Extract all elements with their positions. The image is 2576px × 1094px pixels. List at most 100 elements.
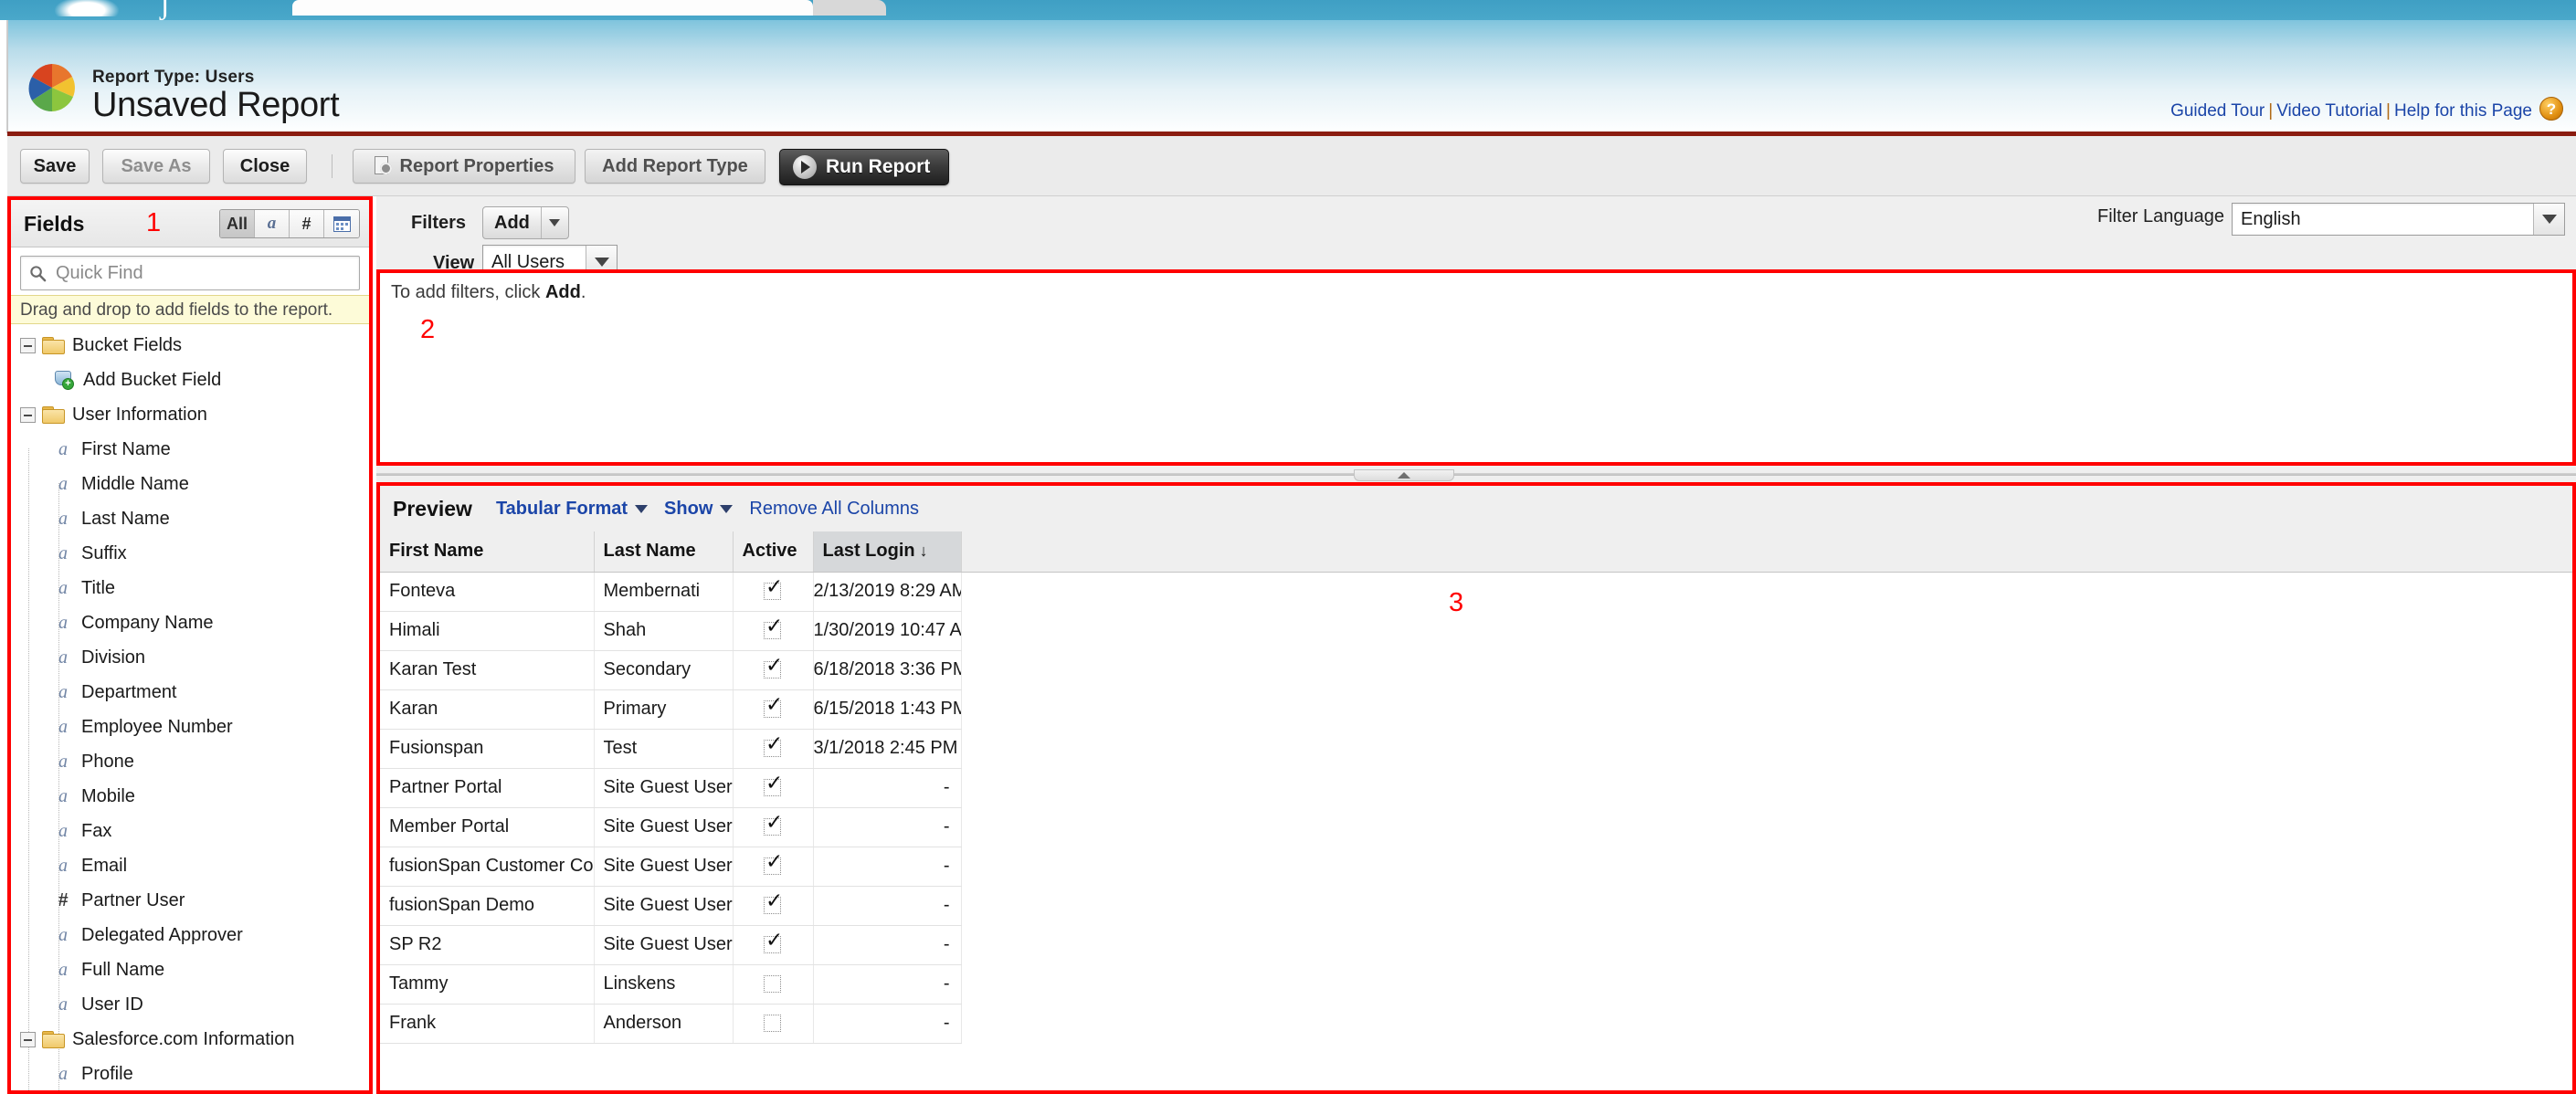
cell-last-name: Membernati — [594, 572, 734, 612]
chrome-decoration-letter: ʃ — [160, 0, 171, 21]
filter-language-select[interactable]: English — [2232, 203, 2565, 236]
splitter-collapse-handle[interactable] — [1354, 469, 1454, 481]
help-for-this-page-link[interactable]: Help for this Page — [2394, 101, 2532, 121]
browser-tab[interactable] — [292, 0, 813, 16]
quick-find-input[interactable] — [54, 257, 355, 289]
table-row[interactable]: Partner PortalSite Guest User - — [380, 768, 2572, 808]
field-tree-label: Middle Name — [81, 473, 189, 494]
add-filter-button[interactable]: Add — [482, 206, 569, 239]
table-column-header[interactable]: Last Name — [594, 531, 734, 573]
table-row[interactable]: Karan TestSecondary 6/18/2018 3:36 PM — [380, 650, 2572, 690]
field-tree-folder[interactable]: Salesforce.com Information — [11, 1022, 369, 1057]
close-button[interactable]: Close — [223, 149, 307, 184]
text-field-icon: a — [58, 820, 68, 841]
cell-active — [733, 1004, 814, 1044]
field-tree-item[interactable]: a Delegated Approver — [11, 918, 369, 952]
report-properties-button[interactable]: Report Properties — [353, 149, 575, 184]
chevron-down-icon[interactable] — [540, 207, 568, 238]
browser-tab-adjacent[interactable] — [813, 0, 886, 16]
panel-splitter[interactable] — [376, 469, 2576, 482]
cell-empty — [961, 650, 2572, 689]
filter-all-button[interactable]: All — [220, 210, 255, 237]
cell-last-login: 6/18/2018 3:36 PM — [813, 650, 962, 690]
table-row[interactable]: Member PortalSite Guest User - — [380, 807, 2572, 847]
calendar-icon — [333, 216, 351, 232]
link-separator: | — [2268, 101, 2274, 121]
field-tree-label: Add Bucket Field — [83, 369, 222, 390]
field-tree-folder[interactable]: User Information — [11, 397, 369, 432]
field-tree-item[interactable]: a Title — [11, 571, 369, 605]
table-column-header-label: Last Login — [822, 541, 915, 562]
table-row[interactable]: fusionSpan Customer CommunitySite Guest … — [380, 847, 2572, 887]
table-column-header[interactable]: Last Login ↓ — [813, 531, 962, 573]
save-as-button[interactable]: Save As — [102, 149, 210, 184]
help-question-icon[interactable]: ? — [2539, 97, 2563, 121]
field-tree-item[interactable]: a User ID — [11, 987, 369, 1022]
cell-first-name: fusionSpan Demo — [380, 886, 595, 926]
table-column-header[interactable]: Active — [733, 531, 814, 573]
fields-panel: Fields 1 All a # Drag and drop to add fi… — [7, 196, 373, 1094]
field-tree-item[interactable]: a Fax — [11, 814, 369, 848]
field-tree-item[interactable]: + Add Bucket Field — [11, 363, 369, 397]
table-row[interactable]: KaranPrimary 6/15/2018 1:43 PM — [380, 689, 2572, 730]
add-report-type-button[interactable]: Add Report Type — [585, 149, 765, 184]
field-tree-label: Bucket Fields — [72, 334, 183, 355]
remove-all-columns-link[interactable]: Remove All Columns — [749, 499, 919, 520]
field-tree-item[interactable]: a Department — [11, 675, 369, 710]
tree-collapse-toggle[interactable] — [20, 1031, 36, 1047]
save-button[interactable]: Save — [20, 149, 90, 184]
show-dropdown[interactable]: Show — [664, 499, 713, 520]
video-tutorial-link[interactable]: Video Tutorial — [2276, 101, 2382, 121]
filter-number-button[interactable]: # — [290, 210, 324, 237]
field-tree-item[interactable]: a Email — [11, 848, 369, 883]
field-tree-item[interactable]: a Middle Name — [11, 467, 369, 501]
field-tree-item[interactable]: a Suffix — [11, 536, 369, 571]
tabular-format-dropdown[interactable]: Tabular Format — [496, 499, 628, 520]
filter-date-button[interactable] — [324, 210, 359, 237]
table-row[interactable]: Tammy Linskens - — [380, 964, 2572, 1005]
cell-empty — [961, 886, 2572, 925]
field-tree-item[interactable]: a Last Name — [11, 501, 369, 536]
tree-guide-line — [28, 448, 29, 1090]
chrome-decoration — [55, 0, 119, 16]
filter-drop-zone[interactable]: To add filters, click Add. 2 — [376, 269, 2576, 466]
chevron-down-icon[interactable] — [635, 504, 649, 513]
field-tree-item[interactable]: a Employee Number — [11, 710, 369, 744]
cell-active — [733, 847, 814, 887]
field-tree-item[interactable]: a Profile — [11, 1057, 369, 1090]
cell-active — [733, 925, 814, 965]
cell-last-name: Primary — [594, 689, 734, 730]
folder-icon — [42, 406, 65, 424]
run-report-button[interactable]: Run Report — [779, 149, 950, 185]
table-row[interactable]: FontevaMembernati 2/13/2019 8:29 AM — [380, 572, 2572, 612]
guided-tour-link[interactable]: Guided Tour — [2170, 101, 2265, 121]
filter-text-button[interactable]: a — [255, 210, 290, 237]
field-tree-item[interactable]: a First Name — [11, 432, 369, 467]
field-tree-folder[interactable]: Bucket Fields — [11, 328, 369, 363]
table-row[interactable]: FusionspanTest 3/1/2018 2:45 PM — [380, 729, 2572, 769]
table-column-header[interactable]: First Name — [380, 531, 595, 573]
cell-empty — [961, 611, 2572, 650]
field-tree-item[interactable]: # Partner User — [11, 883, 369, 918]
fields-panel-title: Fields — [24, 212, 85, 236]
field-tree-item[interactable]: a Full Name — [11, 952, 369, 987]
sort-descending-icon: ↓ — [919, 542, 928, 561]
table-row[interactable]: SP R2Site Guest User - — [380, 925, 2572, 965]
tree-collapse-toggle[interactable] — [20, 337, 36, 353]
chevron-down-icon[interactable] — [720, 504, 734, 513]
table-row[interactable]: fusionSpan DemoSite Guest User - — [380, 886, 2572, 926]
table-row[interactable]: Frank Anderson - — [380, 1004, 2572, 1044]
field-tree-item[interactable]: a Mobile — [11, 779, 369, 814]
field-tree: Bucket Fields + Add Bucket Field User Infor… — [11, 324, 369, 1090]
field-tree-item[interactable]: a Company Name — [11, 605, 369, 640]
cell-last-login: - — [813, 964, 962, 1005]
field-tree-item[interactable]: a Phone — [11, 744, 369, 779]
text-field-icon: a — [58, 542, 68, 563]
cell-empty — [961, 847, 2572, 886]
table-row[interactable]: HimaliShah 1/30/2019 10:47 AM — [380, 611, 2572, 651]
add-bucket-icon: + — [53, 370, 75, 390]
field-tree-label: First Name — [81, 438, 171, 459]
tree-collapse-toggle[interactable] — [20, 406, 36, 423]
field-tree-item[interactable]: a Division — [11, 640, 369, 675]
text-field-icon: a — [58, 612, 68, 633]
